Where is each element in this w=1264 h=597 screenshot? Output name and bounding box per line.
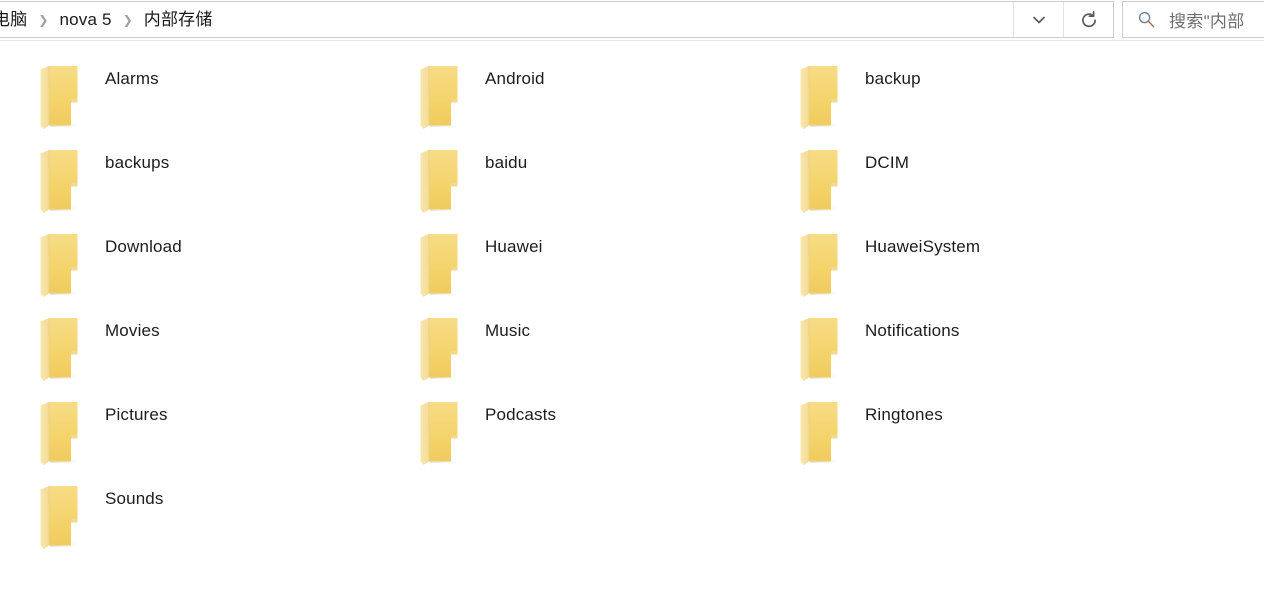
folder-icon [798, 63, 840, 129]
folder-icon [418, 147, 460, 213]
file-item-label: HuaweiSystem [865, 237, 981, 256]
file-item-label: Sounds [105, 489, 164, 508]
folder-icon [38, 231, 80, 297]
file-item-label: backup [865, 69, 921, 88]
breadcrumb-separator-icon: ❯ [38, 12, 49, 27]
folder-icon [38, 63, 80, 129]
file-list-view[interactable]: Alarms Android backup backups baidu DCIM… [0, 41, 1264, 597]
file-item[interactable]: Music [380, 293, 750, 381]
search-placeholder: 搜索"内部 [1169, 12, 1245, 31]
folder-icon [38, 483, 80, 549]
folder-icon [798, 399, 840, 465]
file-item[interactable]: DCIM [760, 125, 1130, 213]
file-item[interactable]: Android [380, 41, 750, 129]
file-item[interactable]: Notifications [760, 293, 1130, 381]
file-item-label: baidu [485, 153, 528, 172]
address-bar[interactable]: 电脑 ❯ nova 5 ❯ 内部存储 [0, 1, 1114, 38]
file-item-label: Movies [105, 321, 160, 340]
search-icon [1123, 10, 1169, 29]
folder-icon [798, 147, 840, 213]
file-item[interactable]: Alarms [0, 41, 370, 129]
folder-icon [38, 315, 80, 381]
folder-icon [38, 147, 80, 213]
explorer-toolbar: 电脑 ❯ nova 5 ❯ 内部存储 搜索"内部 [0, 0, 1264, 40]
refresh-icon [1079, 10, 1099, 30]
file-item[interactable]: Movies [0, 293, 370, 381]
file-item[interactable]: Podcasts [380, 377, 750, 465]
file-item[interactable]: Ringtones [760, 377, 1130, 465]
file-item-label: Podcasts [485, 405, 557, 424]
folder-icon [38, 399, 80, 465]
file-item-label: Pictures [105, 405, 168, 424]
folder-icon [798, 231, 840, 297]
file-item-label: Android [485, 69, 545, 88]
file-item[interactable]: HuaweiSystem [760, 209, 1130, 297]
file-item[interactable]: backup [760, 41, 1130, 129]
folder-icon [418, 63, 460, 129]
breadcrumb-item-computer[interactable]: 电脑 [0, 2, 29, 37]
file-item-label: backups [105, 153, 170, 172]
file-item-label: Ringtones [865, 405, 943, 424]
refresh-button[interactable] [1064, 2, 1113, 37]
file-item-label: Music [485, 321, 531, 340]
folder-icon [418, 399, 460, 465]
breadcrumb-separator-icon: ❯ [122, 12, 133, 27]
folder-icon [418, 315, 460, 381]
file-item[interactable]: Sounds [0, 461, 370, 549]
file-item[interactable]: Download [0, 209, 370, 297]
folder-icon [798, 315, 840, 381]
file-item[interactable]: Huawei [380, 209, 750, 297]
chevron-down-icon [1030, 11, 1048, 29]
breadcrumb-item-internal-storage[interactable]: 内部存储 [142, 2, 215, 37]
file-item-label: Notifications [865, 321, 960, 340]
file-item[interactable]: backups [0, 125, 370, 213]
file-item-label: Huawei [485, 237, 543, 256]
breadcrumb: 电脑 ❯ nova 5 ❯ 内部存储 [0, 2, 1013, 37]
file-item-label: Alarms [105, 69, 159, 88]
breadcrumb-item-nova-5[interactable]: nova 5 [57, 2, 113, 37]
file-item[interactable]: Pictures [0, 377, 370, 465]
file-item-label: DCIM [865, 153, 910, 172]
address-history-dropdown-button[interactable] [1014, 2, 1063, 37]
file-item[interactable]: baidu [380, 125, 750, 213]
search-box[interactable]: 搜索"内部 [1122, 1, 1264, 38]
file-item-label: Download [105, 237, 182, 256]
folder-icon [418, 231, 460, 297]
